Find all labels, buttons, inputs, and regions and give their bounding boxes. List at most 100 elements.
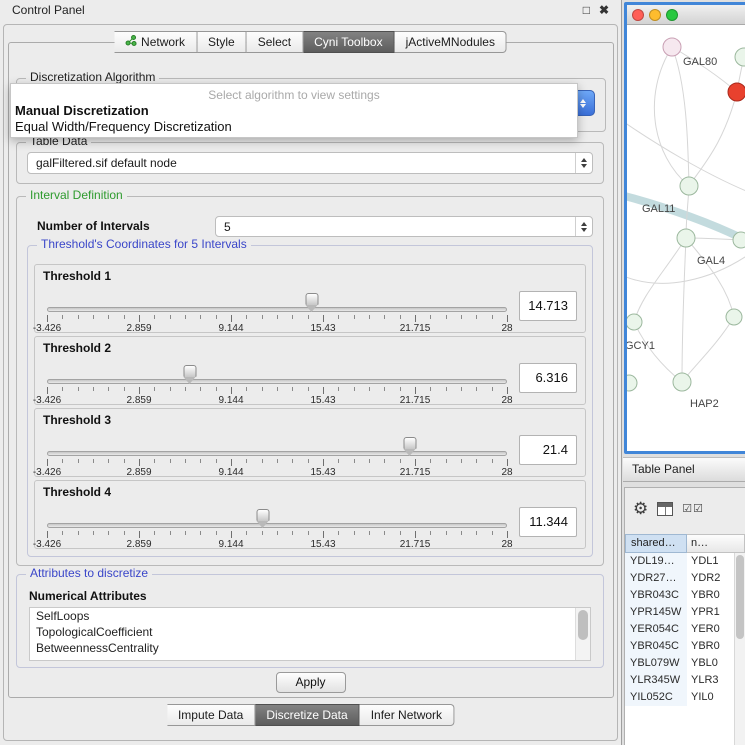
top-tab[interactable]: Cyni Toolbox xyxy=(303,31,394,53)
attributes-group: Attributes to discretize Numerical Attri… xyxy=(16,574,604,668)
attributes-scrollbar[interactable] xyxy=(575,608,590,660)
network-canvas-area: GAL80GAL11GAL4GCY1HAP2 xyxy=(627,25,745,451)
scrollbar-thumb[interactable] xyxy=(736,555,744,639)
slider-thumb[interactable] xyxy=(404,437,417,449)
attribute-list-item[interactable]: SelfLoops xyxy=(30,608,590,624)
table-row[interactable]: YBR045C YBR0 xyxy=(625,638,745,655)
network-view-window: GAL80GAL11GAL4GCY1HAP2 xyxy=(624,2,745,454)
tab-label: Network xyxy=(141,35,185,49)
cell-shared-name: YIL052C xyxy=(625,689,687,706)
control-panel: Control Panel □ ✖ Network Style Select xyxy=(0,0,622,745)
table-row[interactable]: YBL079W YBL0 xyxy=(625,655,745,672)
table-data-group: Table Data galFiltered.sif default node xyxy=(16,142,604,184)
window-close-button[interactable] xyxy=(632,9,644,21)
dropdown-option[interactable]: Manual Discretization xyxy=(11,103,577,119)
slider-tick-labels: -3.4262.8599.14415.4321.71528 xyxy=(47,395,507,406)
network-node[interactable] xyxy=(677,229,695,247)
group-legend: Interval Definition xyxy=(26,188,127,202)
network-canvas[interactable]: GAL80GAL11GAL4GCY1HAP2 xyxy=(627,25,745,451)
tab-label: Discretize Data xyxy=(266,708,347,722)
network-node[interactable] xyxy=(680,177,698,195)
cell-shared-name: YBL079W xyxy=(625,655,687,672)
threshold-group: Threshold 2 -3.4262.8599.14415.4321.7152… xyxy=(34,336,586,405)
column-header-shared-name[interactable]: shared… xyxy=(625,534,687,553)
network-node[interactable] xyxy=(728,83,745,101)
thresholds-group: Threshold's Coordinates for 5 Intervals … xyxy=(27,245,593,557)
bottom-tab[interactable]: Infer Network xyxy=(360,704,454,726)
slider-tick-labels: -3.4262.8599.14415.4321.71528 xyxy=(47,467,507,478)
dropdown-options: Manual DiscretizationEqual Width/Frequen… xyxy=(11,103,577,135)
network-node[interactable] xyxy=(726,309,742,325)
table-data-value: galFiltered.sif default node xyxy=(36,153,177,173)
network-node[interactable] xyxy=(733,232,745,248)
threshold-slider[interactable]: -3.4262.8599.14415.4321.71528 xyxy=(47,337,507,404)
window-zoom-button[interactable] xyxy=(666,9,678,21)
slider-ticks xyxy=(47,387,507,395)
table-row[interactable]: YIL052C YIL0 xyxy=(625,689,745,706)
dropdown-option[interactable]: Equal Width/Frequency Discretization xyxy=(11,119,577,135)
scrollbar-thumb[interactable] xyxy=(578,610,588,640)
cell-shared-name: YBR045C xyxy=(625,638,687,655)
network-node[interactable] xyxy=(627,375,637,391)
table-row[interactable]: YLR345W YLR3 xyxy=(625,672,745,689)
close-panel-icon[interactable]: ✖ xyxy=(599,3,609,17)
thresholds-list: Threshold 1 -3.4262.8599.14415.4321.7152… xyxy=(32,264,588,552)
table-toolbar: ⚙ ☑☑ xyxy=(633,500,704,517)
table-row[interactable]: YDL19… YDL1 xyxy=(625,553,745,570)
control-panel-titlebar: Control Panel □ ✖ xyxy=(0,0,621,20)
group-legend: Threshold's Coordinates for 5 Intervals xyxy=(37,237,251,251)
number-of-intervals-select[interactable]: 5 xyxy=(215,216,593,237)
network-node[interactable] xyxy=(735,48,745,66)
table-row[interactable]: YPR145W YPR1 xyxy=(625,604,745,621)
bottom-tab[interactable]: Discretize Data xyxy=(255,704,359,726)
network-node-label: GCY1 xyxy=(627,340,655,352)
table-row[interactable]: YBR043C YBR0 xyxy=(625,587,745,604)
threshold-value-field[interactable]: 21.4 xyxy=(519,435,577,465)
table-scrollbar[interactable] xyxy=(734,553,745,745)
threshold-slider[interactable]: -3.4262.8599.14415.4321.71528 xyxy=(47,481,507,548)
slider-thumb[interactable] xyxy=(183,365,196,377)
slider-thumb[interactable] xyxy=(257,509,270,521)
threshold-slider[interactable]: -3.4262.8599.14415.4321.71528 xyxy=(47,265,507,332)
network-node-label: GAL11 xyxy=(642,203,675,215)
slider-thumb[interactable] xyxy=(306,293,319,305)
float-panel-icon[interactable]: □ xyxy=(583,3,590,17)
network-node[interactable] xyxy=(627,314,642,330)
table-row[interactable]: YER054C YER0 xyxy=(625,621,745,638)
network-node[interactable] xyxy=(673,373,691,391)
algorithm-dropdown-popup: Select algorithm to view settings Manual… xyxy=(10,83,578,138)
attribute-list-item[interactable]: BetweennessCentrality xyxy=(30,640,590,656)
threshold-value-field[interactable]: 14.713 xyxy=(519,291,577,321)
slider-ticks xyxy=(47,531,507,539)
slider-tick-labels: -3.4262.8599.14415.4321.71528 xyxy=(47,539,507,550)
top-tab[interactable]: Style xyxy=(197,31,247,53)
bottom-tab[interactable]: Impute Data xyxy=(167,704,255,726)
table-panel-title: Table Panel xyxy=(623,457,745,482)
column-header-name[interactable]: n… xyxy=(687,534,745,553)
apply-button[interactable]: Apply xyxy=(276,672,346,693)
table-data-select[interactable]: galFiltered.sif default node xyxy=(27,152,593,174)
gear-icon[interactable]: ⚙ xyxy=(633,500,648,517)
network-node[interactable] xyxy=(663,38,681,56)
tab-label: Impute Data xyxy=(178,708,243,722)
top-tab[interactable]: Network xyxy=(114,31,197,53)
window-minimize-button[interactable] xyxy=(649,9,661,21)
table-row[interactable]: YDR27… YDR2 xyxy=(625,570,745,587)
attribute-list-item[interactable]: TopologicalCoefficient xyxy=(30,624,590,640)
combo-stepper-icon[interactable] xyxy=(575,153,592,173)
slider-ticks xyxy=(47,459,507,467)
network-node-label: HAP2 xyxy=(690,398,719,410)
slider-tick-labels: -3.4262.8599.14415.4321.71528 xyxy=(47,323,507,334)
group-legend: Attributes to discretize xyxy=(26,566,152,580)
combo-stepper-icon[interactable] xyxy=(575,217,592,236)
columns-icon[interactable] xyxy=(657,502,673,516)
threshold-value-field[interactable]: 11.344 xyxy=(519,507,577,537)
top-tab[interactable]: Select xyxy=(247,31,303,53)
threshold-group: Threshold 4 -3.4262.8599.14415.4321.7152… xyxy=(34,480,586,549)
select-checkboxes-icon[interactable]: ☑☑ xyxy=(682,502,704,515)
number-of-intervals-value: 5 xyxy=(224,217,231,236)
group-legend: Discretization Algorithm xyxy=(26,70,159,84)
threshold-value-field[interactable]: 6.316 xyxy=(519,363,577,393)
threshold-slider[interactable]: -3.4262.8599.14415.4321.71528 xyxy=(47,409,507,476)
top-tab[interactable]: jActiveMNodules xyxy=(395,31,507,53)
